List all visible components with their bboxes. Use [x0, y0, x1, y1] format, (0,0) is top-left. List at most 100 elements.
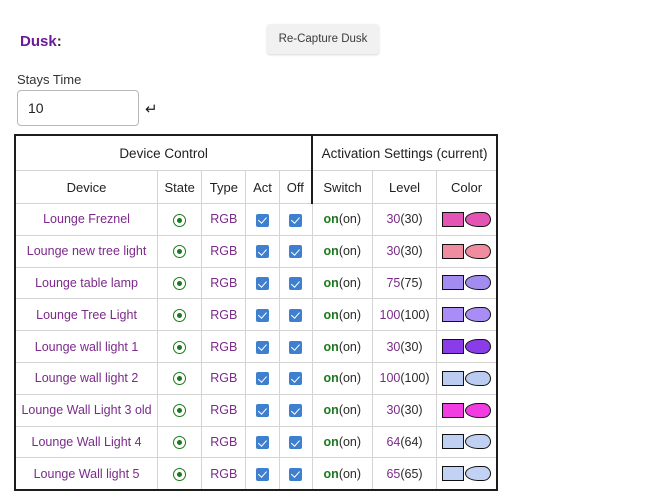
device-act-cell[interactable]: [245, 203, 280, 236]
color-swatch-target[interactable]: [442, 243, 465, 259]
level-current-label: (30): [400, 403, 423, 418]
device-act-cell[interactable]: [245, 425, 280, 459]
level-value-label: 100: [379, 307, 401, 322]
off-checkbox[interactable]: [289, 404, 303, 418]
color-swatch-current[interactable]: [465, 307, 492, 323]
off-checkbox[interactable]: [289, 467, 303, 481]
switch-current-label: (on): [338, 403, 362, 418]
color-swatch-current[interactable]: [465, 211, 492, 227]
device-switch-cell: on(on): [311, 266, 373, 300]
device-color-cell[interactable]: [436, 361, 498, 395]
device-act-cell[interactable]: [245, 266, 280, 300]
switch-current-label: (on): [338, 466, 362, 481]
device-state-cell: [157, 393, 203, 427]
device-off-cell[interactable]: [278, 457, 313, 491]
state-on-icon: [173, 277, 187, 291]
column-header-level: Level: [371, 170, 438, 204]
switch-current-label: (on): [338, 212, 362, 227]
device-off-cell[interactable]: [278, 425, 313, 459]
off-checkbox[interactable]: [289, 372, 303, 386]
device-off-cell[interactable]: [278, 234, 313, 268]
act-checkbox[interactable]: [255, 372, 269, 386]
off-checkbox[interactable]: [289, 213, 303, 227]
enter-arrow-icon[interactable]: ↵: [145, 102, 158, 117]
device-act-cell[interactable]: [245, 361, 280, 395]
off-checkbox[interactable]: [289, 245, 303, 259]
column-header-row: Device State Type Act Off Switch Level C…: [14, 170, 498, 204]
level-value-label: 30: [386, 403, 401, 418]
device-off-cell[interactable]: [278, 361, 313, 395]
device-level-cell: 30(30): [371, 203, 438, 236]
device-off-cell[interactable]: [278, 393, 313, 427]
color-swatch-current[interactable]: [465, 243, 492, 259]
device-act-cell[interactable]: [245, 330, 280, 363]
color-swatch-target[interactable]: [442, 339, 465, 355]
page-title: Dusk:: [20, 33, 62, 51]
device-name-cell: Lounge Wall Light 4: [14, 425, 159, 459]
color-swatch-current[interactable]: [465, 434, 492, 450]
device-type-cell: RGB: [201, 203, 247, 236]
device-table: Device Control Activation Settings (curr…: [14, 134, 498, 492]
off-checkbox[interactable]: [289, 340, 303, 354]
device-switch-cell: on(on): [311, 425, 373, 459]
act-checkbox[interactable]: [255, 213, 269, 227]
off-checkbox[interactable]: [289, 277, 303, 291]
device-color-cell[interactable]: [436, 203, 498, 236]
device-off-cell[interactable]: [278, 203, 313, 236]
color-swatch-current[interactable]: [465, 370, 492, 386]
device-name-cell: Lounge wall light 1: [14, 330, 159, 363]
device-act-cell[interactable]: [245, 393, 280, 427]
switch-state-label: on: [323, 307, 339, 322]
off-checkbox[interactable]: [289, 308, 303, 322]
off-checkbox[interactable]: [289, 436, 303, 450]
color-swatch-target[interactable]: [442, 434, 465, 450]
color-swatch-target[interactable]: [442, 466, 465, 482]
color-swatch-target[interactable]: [442, 307, 465, 323]
color-swatch-target[interactable]: [442, 370, 465, 386]
device-off-cell[interactable]: [278, 266, 313, 300]
device-color-cell[interactable]: [436, 425, 498, 459]
device-color-cell[interactable]: [436, 393, 498, 427]
device-act-cell[interactable]: [245, 457, 280, 491]
device-act-cell[interactable]: [245, 298, 280, 332]
act-checkbox[interactable]: [255, 436, 269, 450]
switch-current-label: (on): [338, 339, 362, 354]
color-swatch-current[interactable]: [465, 466, 492, 482]
device-level-cell: 65(65): [371, 457, 438, 491]
color-swatch-target[interactable]: [442, 211, 465, 227]
device-state-cell: [157, 203, 203, 236]
state-on-icon: [173, 308, 187, 322]
device-color-cell[interactable]: [436, 330, 498, 363]
device-act-cell[interactable]: [245, 234, 280, 268]
act-checkbox[interactable]: [255, 404, 269, 418]
act-checkbox[interactable]: [255, 277, 269, 291]
act-checkbox[interactable]: [255, 467, 269, 481]
act-checkbox[interactable]: [255, 245, 269, 259]
device-color-cell[interactable]: [436, 298, 498, 332]
device-color-cell[interactable]: [436, 266, 498, 300]
device-off-cell[interactable]: [278, 330, 313, 363]
color-swatch-target[interactable]: [442, 402, 465, 418]
switch-state-label: on: [323, 244, 339, 259]
color-swatch-current[interactable]: [465, 402, 492, 418]
device-state-cell: [157, 234, 203, 268]
stays-time-input[interactable]: [17, 90, 139, 126]
act-checkbox[interactable]: [255, 308, 269, 322]
color-swatch-current[interactable]: [465, 339, 492, 355]
level-current-label: (64): [400, 434, 423, 449]
color-swatch-target[interactable]: [442, 275, 465, 291]
switch-state-label: on: [323, 275, 339, 290]
device-name-cell: Lounge Wall light 5: [14, 457, 159, 491]
device-table-head: Device Control Activation Settings (curr…: [14, 134, 498, 204]
table-row: Lounge Wall light 5 RGB on(on) 65(65): [14, 457, 498, 491]
page-header: Dusk: Re-Capture Dusk: [0, 0, 648, 62]
device-state-cell: [157, 425, 203, 459]
device-off-cell[interactable]: [278, 298, 313, 332]
level-current-label: (65): [400, 466, 423, 481]
re-capture-dusk-button[interactable]: Re-Capture Dusk: [267, 24, 379, 54]
device-color-cell[interactable]: [436, 234, 498, 268]
act-checkbox[interactable]: [255, 340, 269, 354]
color-swatch-current[interactable]: [465, 275, 492, 291]
table-row: Lounge table lamp RGB on(on) 75(75): [14, 266, 498, 300]
device-color-cell[interactable]: [436, 457, 498, 491]
